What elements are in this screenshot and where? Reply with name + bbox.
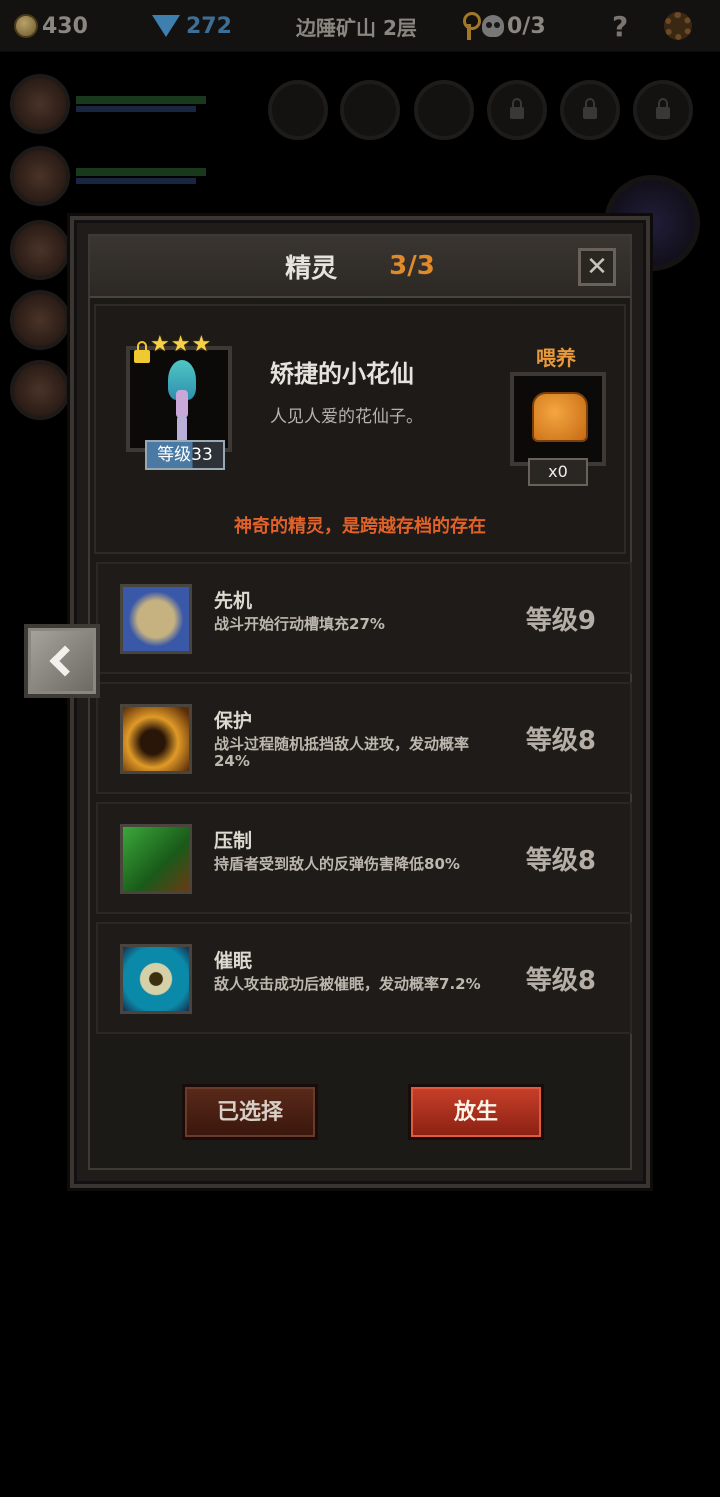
flower-fairy-figure	[164, 360, 200, 446]
skull-count: 0/3	[507, 13, 546, 39]
leopard-icon	[120, 584, 192, 654]
gold-counter: 430	[14, 10, 88, 42]
avatar	[10, 220, 70, 280]
hero-portrait-2[interactable]	[10, 146, 206, 206]
avatar	[10, 360, 70, 420]
help-button[interactable]: ?	[612, 10, 628, 43]
feed-label: 喂养	[536, 346, 576, 370]
equipment-slot-1[interactable]	[268, 80, 328, 140]
eye-icon	[120, 944, 192, 1014]
equipment-slot-locked-3[interactable]	[633, 80, 693, 140]
skull-icon	[482, 15, 504, 37]
avatar	[10, 74, 70, 134]
lock-icon	[510, 98, 524, 119]
hero-mp-bar	[76, 178, 196, 184]
avatar	[10, 290, 70, 350]
hero-portrait-5[interactable]	[10, 360, 70, 420]
chevron-left-icon	[49, 645, 81, 677]
skill-level: 等级9	[525, 606, 596, 636]
skill-name: 催眠	[214, 950, 253, 972]
gear-icon	[664, 12, 692, 40]
skill-description: 战斗开始行动槽填充27%	[214, 615, 385, 633]
previous-pet-button[interactable]	[24, 624, 100, 698]
lock-icon	[656, 98, 670, 119]
close-button[interactable]: ✕	[578, 248, 616, 286]
equipment-slot-locked-1[interactable]	[487, 80, 547, 140]
feed-item-count: x0	[528, 458, 588, 486]
skill-level: 等级8	[525, 846, 596, 876]
bread-icon	[532, 392, 588, 442]
key-icon	[462, 12, 481, 40]
hero-hp-bar	[76, 96, 206, 104]
selected-button[interactable]: 已选择	[182, 1084, 318, 1140]
skill-row[interactable]: 压制 持盾者受到敌人的反弹伤害降低80% 等级8	[96, 802, 632, 914]
pet-dialog-frame: 精灵 3/3 ✕ ★★★ 等级33 矫捷的小花仙 人见人爱的花仙子。 喂养 x0…	[88, 234, 632, 1170]
hero-portrait-4[interactable]	[10, 290, 70, 350]
hero-mp-bar	[76, 106, 196, 112]
avatar	[10, 146, 70, 206]
claw-icon	[120, 824, 192, 894]
hero-hp-bar	[76, 168, 206, 176]
pet-dialog: 精灵 3/3 ✕ ★★★ 等级33 矫捷的小花仙 人见人爱的花仙子。 喂养 x0…	[70, 216, 650, 1188]
skill-row[interactable]: 保护 战斗过程随机抵挡敌人进攻，发动概率24% 等级8	[96, 682, 632, 794]
pet-description: 人见人爱的花仙子。	[270, 407, 423, 427]
fairy-shield-icon	[120, 704, 192, 774]
diamond-icon	[152, 15, 180, 37]
equipment-slot-3[interactable]	[414, 80, 474, 140]
gem-counter: 272	[152, 10, 232, 42]
settings-button[interactable]	[664, 10, 692, 42]
star-rating: ★★★	[150, 332, 213, 357]
lock-icon	[583, 98, 597, 119]
hero-portrait-3[interactable]	[10, 220, 70, 280]
skill-description: 战斗过程随机抵挡敌人进攻，发动概率24%	[214, 735, 470, 770]
skill-name: 先机	[214, 590, 253, 612]
release-button[interactable]: 放生	[408, 1084, 544, 1140]
lock-icon[interactable]	[134, 341, 150, 363]
feed-button[interactable]	[510, 372, 606, 466]
pet-count: 3/3	[389, 251, 435, 281]
pet-level-badge: 等级33	[145, 440, 225, 470]
hero-portrait-1[interactable]	[10, 74, 206, 134]
dialog-title-bar: 精灵 3/3 ✕	[90, 236, 630, 298]
skill-name: 保护	[214, 710, 253, 732]
skill-level: 等级8	[525, 726, 596, 756]
skill-level: 等级8	[525, 966, 596, 996]
gold-value: 430	[42, 13, 88, 39]
skill-name: 压制	[214, 830, 253, 852]
equipment-slot-locked-2[interactable]	[560, 80, 620, 140]
skill-description: 敌人攻击成功后被催眠，发动概率7.2%	[214, 975, 481, 993]
skill-row[interactable]: 先机 战斗开始行动槽填充27% 等级9	[96, 562, 632, 674]
skill-description: 持盾者受到敌人的反弹伤害降低80%	[214, 855, 460, 873]
pet-note: 神奇的精灵，是跨越存档的存在	[234, 516, 486, 537]
location-title: 边陲矿山 2层	[296, 15, 417, 40]
top-status-bar: 430 272 边陲矿山 2层 0/3 ?	[0, 0, 720, 52]
dialog-title: 精灵	[285, 253, 338, 284]
skill-row[interactable]: 催眠 敌人攻击成功后被催眠，发动概率7.2% 等级8	[96, 922, 632, 1034]
pet-info-card: ★★★ 等级33 矫捷的小花仙 人见人爱的花仙子。 喂养 x0 神奇的精灵，是跨…	[94, 304, 626, 554]
pet-name: 矫捷的小花仙	[270, 360, 414, 388]
equipment-slot-2[interactable]	[340, 80, 400, 140]
gem-value: 272	[186, 13, 232, 39]
coin-icon	[14, 14, 38, 38]
key-skull-counter: 0/3	[462, 10, 546, 42]
